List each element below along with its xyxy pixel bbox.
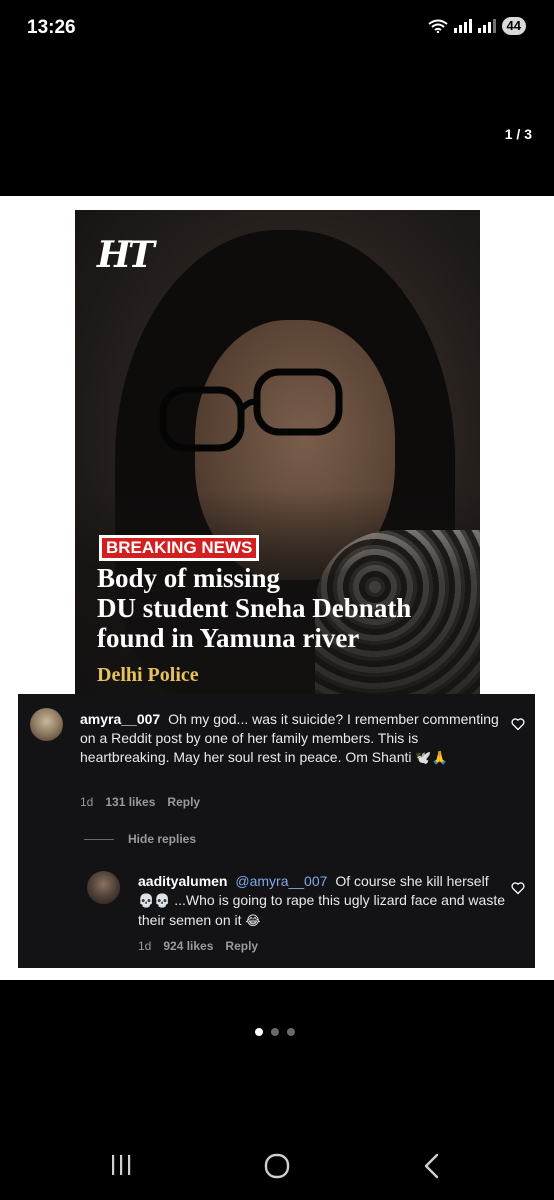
reply-body-b: ...Who is going to rape this ugly lizard…	[138, 892, 505, 928]
headline-line: found in Yamuna river	[97, 623, 360, 653]
signal-icon-2	[477, 19, 496, 33]
comment-username[interactable]: amyra__007	[80, 711, 160, 727]
reply-mention[interactable]: @amyra__007	[235, 873, 327, 889]
comment-likes[interactable]: 131 likes	[105, 795, 155, 809]
hide-replies-button[interactable]: Hide replies	[84, 832, 196, 846]
pager-dot[interactable]	[287, 1028, 295, 1036]
pager-dots	[255, 1028, 295, 1036]
home-icon[interactable]	[264, 1153, 290, 1179]
reply-username[interactable]: aadityalumen	[138, 873, 227, 889]
recent-apps-icon[interactable]	[109, 1153, 133, 1177]
comment-meta: 1d 131 likes Reply	[80, 795, 200, 809]
status-icons: 44	[427, 17, 526, 35]
heart-icon[interactable]	[511, 881, 525, 895]
comments-panel: amyra__007 Oh my god... was it suicide? …	[18, 694, 535, 968]
hide-replies-line	[84, 838, 114, 840]
wifi-icon	[427, 19, 448, 33]
reply-likes[interactable]: 924 likes	[163, 939, 213, 953]
reply-emoji-b: 😂	[245, 914, 261, 929]
hide-replies-label: Hide replies	[128, 832, 197, 846]
battery-icon: 44	[501, 17, 526, 35]
pager-dot[interactable]	[255, 1028, 263, 1036]
reply-button[interactable]: Reply	[167, 795, 200, 809]
heart-icon[interactable]	[511, 717, 525, 731]
news-source: Delhi Police	[97, 664, 199, 686]
image-counter: 1 / 3	[504, 126, 532, 142]
ht-logo: HT	[97, 234, 155, 276]
breaking-news-label: BREAKING NEWS	[102, 538, 257, 558]
pager-dot[interactable]	[271, 1028, 279, 1036]
navigation-bar	[0, 1135, 554, 1195]
back-icon[interactable]	[422, 1153, 442, 1179]
reply-body-a: Of course she kill herself	[335, 873, 489, 889]
news-headline: Body of missing DU student Sneha Debnath…	[97, 563, 477, 653]
reply-meta: 1d 924 likes Reply	[138, 939, 258, 953]
headline-line: Body of missing	[97, 563, 281, 593]
breaking-news-badge: BREAKING NEWS	[99, 535, 260, 561]
comment-age: 1d	[80, 795, 94, 809]
photo-glasses	[159, 368, 343, 452]
status-time: 13:26	[27, 17, 76, 38]
comment-text: amyra__007 Oh my god... was it suicide? …	[80, 710, 500, 768]
signal-icon	[453, 19, 472, 33]
reply-button[interactable]: Reply	[225, 939, 258, 953]
reply-text: aadityalumen @amyra__007 Of course she k…	[138, 872, 508, 931]
status-bar: 13:26 44	[0, 0, 554, 56]
reply-age: 1d	[138, 939, 152, 953]
comment-emoji: 🕊️🙏	[415, 751, 448, 766]
headline-line: DU student Sneha Debnath	[97, 593, 412, 623]
avatar[interactable]	[87, 871, 120, 904]
reply-emoji-a: 💀💀	[138, 894, 171, 909]
news-card-image[interactable]: HT BREAKING NEWS Body of missing DU stud…	[75, 210, 480, 700]
avatar[interactable]	[30, 708, 63, 741]
